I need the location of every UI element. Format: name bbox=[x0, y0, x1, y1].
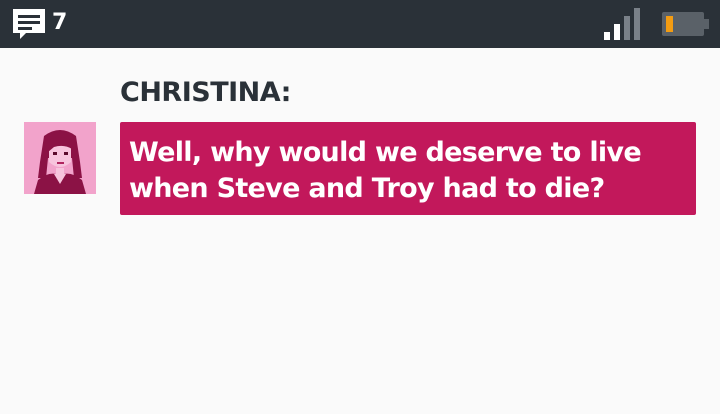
signal-bars-icon bbox=[604, 8, 640, 40]
dialogue-bubble[interactable]: Well, why would we deserve to live when … bbox=[120, 122, 696, 215]
battery-low-icon bbox=[662, 12, 709, 36]
message-count: 7 bbox=[52, 10, 68, 35]
chat-bubble-icon[interactable] bbox=[11, 6, 47, 42]
speaker-name: CHRISTINA: bbox=[120, 77, 291, 108]
status-bar: 7 bbox=[0, 0, 720, 48]
dialogue-text: Well, why would we deserve to live when … bbox=[129, 137, 642, 204]
christina-portrait-icon bbox=[24, 122, 96, 194]
